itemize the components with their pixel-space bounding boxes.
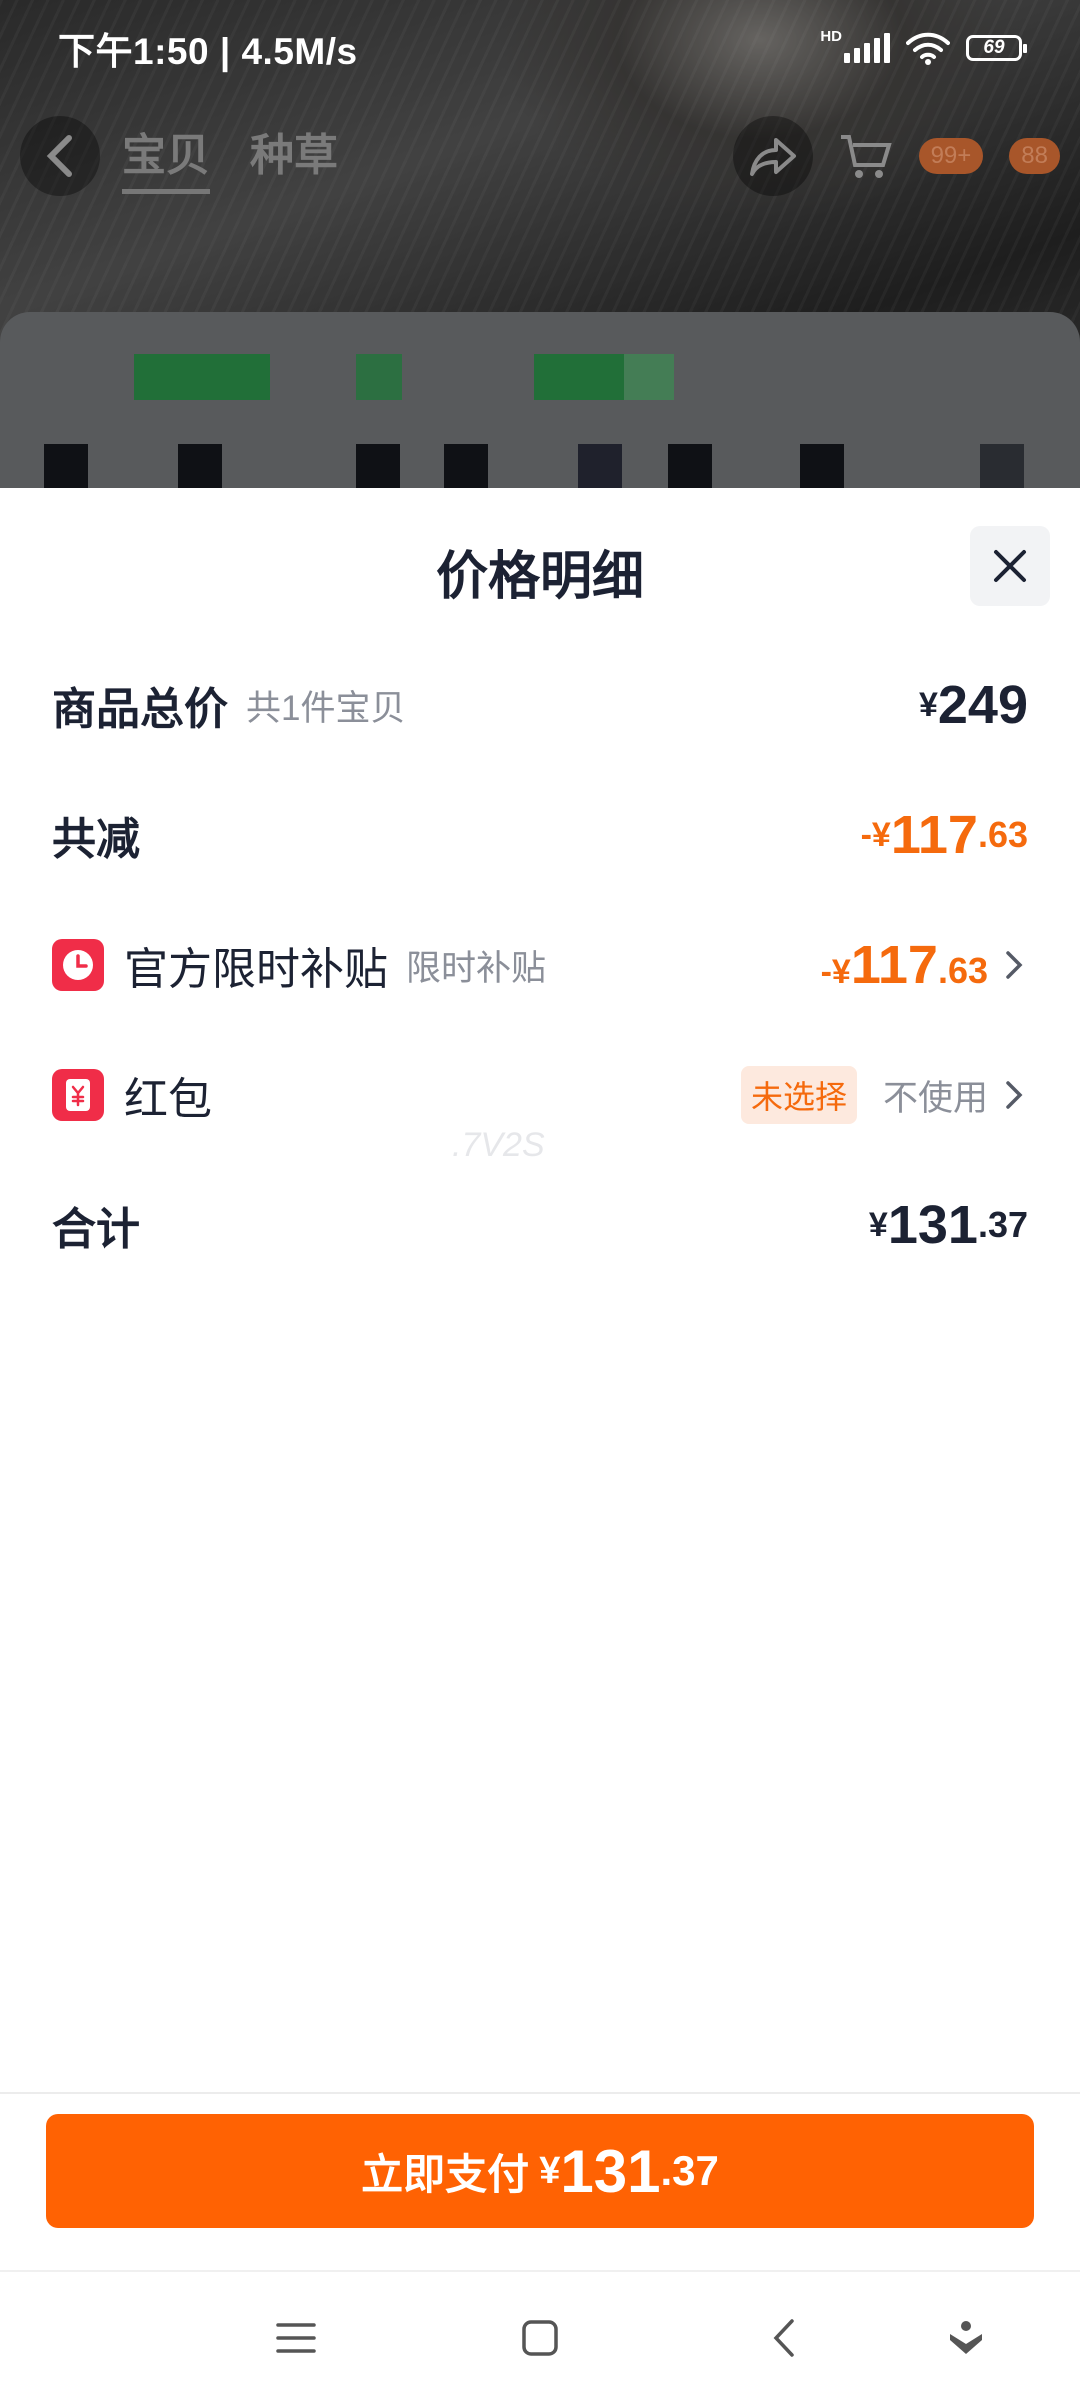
watermark-text: .7V2S <box>452 1126 545 1164</box>
share-button <box>732 116 813 196</box>
unselected-tag: 未选择 <box>740 1066 857 1124</box>
subsidy-price: -¥117.63 <box>820 935 988 995</box>
pay-now-label: 立即支付 <box>361 2150 530 2198</box>
more-badge: 88 <box>1009 138 1060 174</box>
subsidy-sub: 限时补贴 <box>406 948 547 988</box>
menu-button[interactable] <box>266 2308 326 2368</box>
back-nav-button[interactable] <box>754 2308 814 2368</box>
home-button[interactable] <box>510 2308 570 2368</box>
red-packet-icon <box>52 1069 104 1121</box>
product-header: 宝贝 种草 99+ 88 <box>0 96 1080 216</box>
total-row: 合计 ¥131.37 <box>52 1190 1028 1260</box>
home-square-icon <box>522 2320 558 2356</box>
back-triangle-icon <box>773 2319 794 2357</box>
red-packet-value: 不使用 <box>882 1078 988 1118</box>
item-count: 共1件宝贝 <box>246 688 406 728</box>
subtotal-price: ¥249 <box>918 675 1028 735</box>
hd-label: HD <box>820 27 842 45</box>
cart-badge: 99+ <box>918 138 984 174</box>
red-packet-label: 红包 <box>124 1075 212 1124</box>
close-icon <box>994 550 1026 582</box>
wifi-icon <box>906 32 950 65</box>
clock-icon <box>52 939 104 991</box>
tab-recommend: 种草 <box>250 130 338 180</box>
status-bar: 下午1:50 | 4.5M/s HD 69 <box>0 0 1080 96</box>
status-time: 下午1:50 | 4.5M/s <box>58 31 358 72</box>
assistant-icon <box>950 2321 982 2354</box>
back-button <box>20 116 100 196</box>
total-price: ¥131.37 <box>868 1195 1028 1255</box>
battery-icon: 69 <box>966 35 1027 61</box>
total-label: 合计 <box>52 1205 140 1254</box>
signal-icon <box>844 33 890 63</box>
chevron-left-icon <box>46 135 72 177</box>
discount-total-label: 共减 <box>52 815 140 864</box>
sheet-title: 价格明细 <box>435 548 644 606</box>
pay-now-button[interactable]: 立即支付 ¥131.37 <box>46 2114 1034 2228</box>
pay-bar: 立即支付 ¥131.37 <box>0 2092 1080 2274</box>
subsidy-label: 官方限时补贴 <box>124 945 388 994</box>
discount-total-row: 共减 -¥ 117.63 <box>52 800 1028 870</box>
close-button[interactable] <box>970 526 1050 606</box>
system-nav-bar <box>0 2270 1080 2402</box>
subtotal-row: 商品总价 共1件宝贝 ¥249 <box>52 670 1028 740</box>
chevron-right-icon <box>1006 951 1023 979</box>
discount-total-price: -¥ 117.63 <box>860 805 1028 865</box>
assistant-button[interactable] <box>936 2308 996 2368</box>
subsidy-row[interactable]: 官方限时补贴 限时补贴 -¥117.63 <box>52 930 1028 1000</box>
menu-icon <box>276 2323 316 2353</box>
cart-icon <box>840 135 892 178</box>
chevron-right-icon <box>1006 1081 1023 1109</box>
red-packet-row[interactable]: 红包 未选择 不使用 <box>52 1060 1028 1130</box>
tab-product: 宝贝 <box>122 119 210 194</box>
subtotal-label: 商品总价 <box>52 685 228 734</box>
battery-level: 69 <box>983 37 1005 58</box>
share-icon <box>749 138 796 176</box>
